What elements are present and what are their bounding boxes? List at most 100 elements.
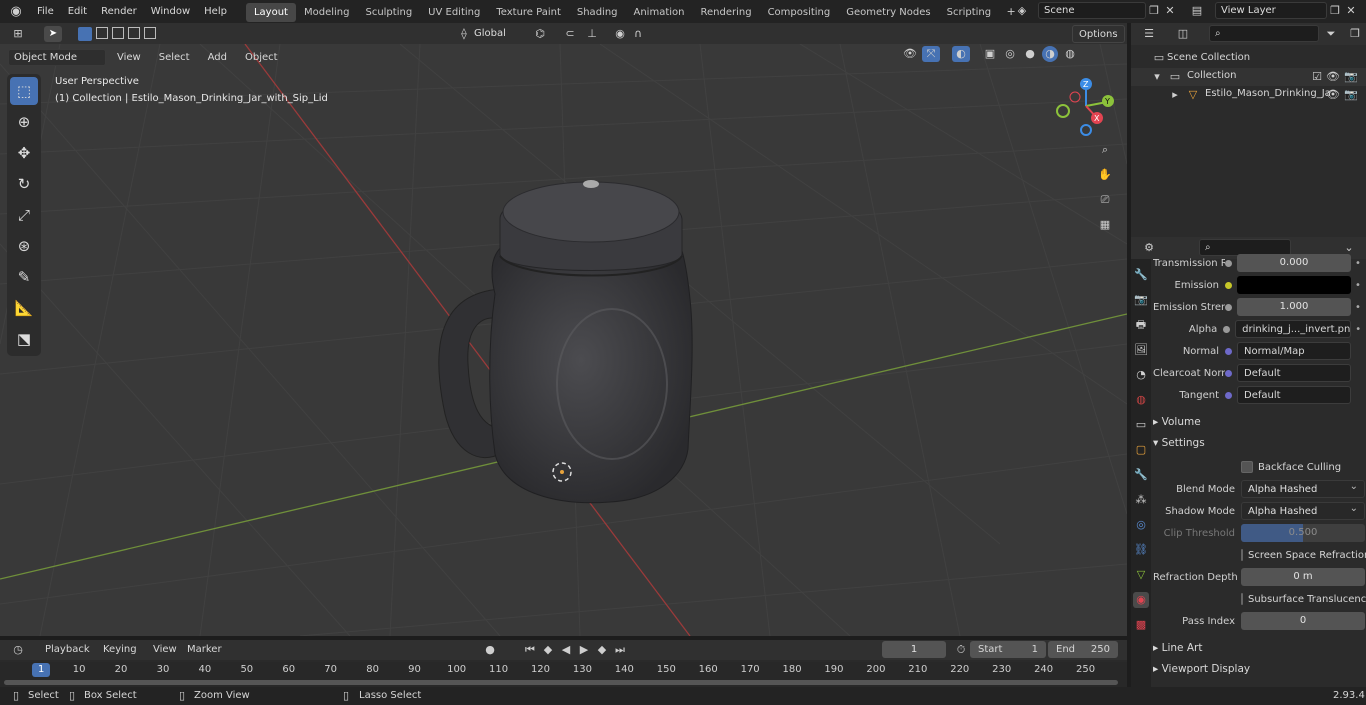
- zoom-icon[interactable]: ⌕: [1097, 142, 1113, 158]
- collection-row[interactable]: ▾ ▭ Collection ☑ 👁 📷: [1131, 68, 1366, 86]
- refraction-depth-field[interactable]: 0 m: [1241, 568, 1365, 586]
- modifier-tab-icon[interactable]: 🔧: [1133, 467, 1149, 483]
- play-icon[interactable]: ▶: [576, 642, 592, 658]
- scale-tool-icon[interactable]: ⤢: [10, 201, 38, 229]
- snap-target-icon[interactable]: ⊥: [584, 26, 600, 42]
- select-mode-extend-icon[interactable]: [96, 27, 108, 39]
- proportional-edit-icon[interactable]: ◉: [612, 26, 628, 42]
- object-visibility-icon[interactable]: 👁: [1325, 87, 1341, 103]
- navigation-gizmo[interactable]: Z Y X: [1055, 76, 1117, 138]
- texture-tab-icon[interactable]: ▩: [1133, 617, 1149, 633]
- tab-rendering[interactable]: Rendering: [692, 3, 759, 22]
- tab-scripting[interactable]: Scripting: [939, 3, 999, 22]
- emission-color-swatch[interactable]: [1237, 276, 1351, 294]
- measure-tool-icon[interactable]: 📐: [10, 294, 38, 322]
- object-tab-icon[interactable]: ▢: [1133, 442, 1149, 458]
- gizmo-toggle-icon[interactable]: ⤧: [922, 46, 940, 62]
- transmission-roughness-value[interactable]: 0.000: [1237, 254, 1351, 272]
- tab-animation[interactable]: Animation: [626, 3, 693, 22]
- alpha-texture-field[interactable]: drinking_j..._invert.pn: [1235, 320, 1352, 338]
- falloff-icon[interactable]: ∩: [630, 26, 646, 42]
- tangent-field[interactable]: Default: [1237, 386, 1351, 404]
- view-layer-tab-icon[interactable]: 🖼: [1133, 342, 1149, 358]
- shadow-mode-dropdown[interactable]: Alpha Hashed: [1241, 500, 1365, 520]
- screen-space-refraction-row[interactable]: Screen Space Refraction: [1241, 545, 1366, 565]
- tab-texture-paint[interactable]: Texture Paint: [488, 3, 569, 22]
- line-art-panel-header[interactable]: ▸ Line Art: [1153, 638, 1365, 658]
- collection-visibility-icon[interactable]: 👁: [1325, 69, 1341, 85]
- tab-geometry-nodes[interactable]: Geometry Nodes: [838, 3, 938, 22]
- play-reverse-icon[interactable]: ◀: [558, 642, 574, 658]
- timeline-menu-marker[interactable]: Marker: [180, 638, 229, 661]
- new-scene-icon[interactable]: ❐: [1146, 3, 1162, 19]
- tab-compositing[interactable]: Compositing: [760, 3, 839, 22]
- object-expand-icon[interactable]: ▸: [1167, 87, 1183, 103]
- backface-culling-checkbox[interactable]: [1241, 461, 1253, 473]
- rendered-shading-icon[interactable]: ◍: [1062, 46, 1078, 62]
- next-keyframe-icon[interactable]: ◆: [594, 642, 610, 658]
- ortho-grid-icon[interactable]: ▦: [1097, 217, 1113, 233]
- record-icon[interactable]: ●: [482, 642, 498, 658]
- subsurface-translucency-checkbox[interactable]: [1241, 593, 1243, 605]
- add-cube-tool-icon[interactable]: ⬔: [10, 325, 38, 353]
- annotate-tool-icon[interactable]: ✎: [10, 263, 38, 291]
- tab-modeling[interactable]: Modeling: [296, 3, 358, 22]
- timeline-menu-view[interactable]: View: [146, 638, 184, 661]
- close-scene-icon[interactable]: ✕: [1162, 3, 1178, 19]
- outliner-search-input[interactable]: ⌕: [1209, 25, 1319, 42]
- pivot-point-icon[interactable]: ⌬: [532, 26, 548, 42]
- tab-shading[interactable]: Shading: [569, 3, 626, 22]
- scene-icon[interactable]: ◈: [1014, 3, 1030, 19]
- menu-edit[interactable]: Edit: [61, 0, 94, 23]
- timeline-editor-icon[interactable]: ◷: [10, 642, 26, 658]
- solid-shading-icon[interactable]: ●: [1022, 46, 1038, 62]
- menu-render[interactable]: Render: [94, 0, 144, 23]
- new-collection-icon[interactable]: ❐: [1347, 26, 1363, 42]
- viewport-menu-view[interactable]: View: [110, 46, 148, 69]
- tab-uv-editing[interactable]: UV Editing: [420, 3, 488, 22]
- settings-panel-header[interactable]: ▾ Settings: [1153, 433, 1365, 453]
- select-mode-new-icon[interactable]: [78, 27, 92, 41]
- collection-checkbox-icon[interactable]: ☑: [1309, 69, 1325, 85]
- filter-icon[interactable]: ⏷: [1323, 26, 1339, 42]
- snap-icon[interactable]: ⊂: [562, 26, 578, 42]
- editor-type-icon[interactable]: ⊞: [10, 26, 26, 42]
- subsurface-translucency-row[interactable]: Subsurface Translucency: [1241, 589, 1366, 609]
- object-render-icon[interactable]: 📷: [1343, 87, 1359, 103]
- tab-layout[interactable]: Layout: [245, 3, 296, 22]
- timeline-scrollbar[interactable]: [4, 680, 1118, 685]
- transform-tool-icon[interactable]: ⊛: [10, 232, 38, 260]
- start-frame-field[interactable]: Start 1: [970, 641, 1046, 658]
- output-tab-icon[interactable]: 🖶: [1133, 317, 1149, 333]
- transform-orientation-dropdown[interactable]: Global: [474, 26, 524, 42]
- jump-start-icon[interactable]: ⏮: [522, 642, 538, 658]
- cursor-tool-icon[interactable]: ⊕: [10, 108, 38, 136]
- collection-tab-icon[interactable]: ▭: [1133, 417, 1149, 433]
- close-view-layer-icon[interactable]: ✕: [1343, 3, 1359, 19]
- select-tool-icon[interactable]: ➤: [44, 26, 62, 42]
- viewport-menu-select[interactable]: Select: [152, 46, 197, 69]
- world-tab-icon[interactable]: ◍: [1133, 392, 1149, 408]
- object-mode-dropdown[interactable]: Object Mode: [8, 49, 106, 66]
- pan-hand-icon[interactable]: ✋: [1097, 167, 1113, 183]
- visibility-icon[interactable]: 👁: [902, 46, 918, 62]
- menu-file[interactable]: File: [30, 0, 61, 23]
- preview-range-icon[interactable]: ⏱: [953, 642, 969, 658]
- scene-name-field[interactable]: Scene: [1038, 2, 1146, 19]
- clip-threshold-slider[interactable]: 0.500: [1241, 524, 1365, 542]
- collection-render-icon[interactable]: 📷: [1343, 69, 1359, 85]
- new-view-layer-icon[interactable]: ❐: [1327, 3, 1343, 19]
- menu-help[interactable]: Help: [197, 0, 234, 23]
- camera-view-icon[interactable]: ⎚: [1097, 192, 1113, 208]
- object-row[interactable]: ▸ ▽ Estilo_Mason_Drinking_Ja 👁 📷: [1131, 86, 1366, 104]
- overlay-toggle-icon[interactable]: ◐: [952, 46, 970, 62]
- screen-space-refraction-checkbox[interactable]: [1241, 549, 1243, 561]
- wireframe-shading-icon[interactable]: ◎: [1002, 46, 1018, 62]
- collection-expand-icon[interactable]: ▾: [1149, 69, 1165, 85]
- options-button[interactable]: Options: [1072, 25, 1125, 43]
- jump-end-icon[interactable]: ⏭: [612, 642, 628, 658]
- backface-culling-row[interactable]: Backface Culling: [1241, 457, 1365, 477]
- pass-index-field[interactable]: 0: [1241, 612, 1365, 630]
- particles-tab-icon[interactable]: ⁂: [1133, 492, 1149, 508]
- render-tab-icon[interactable]: 📷: [1133, 292, 1149, 308]
